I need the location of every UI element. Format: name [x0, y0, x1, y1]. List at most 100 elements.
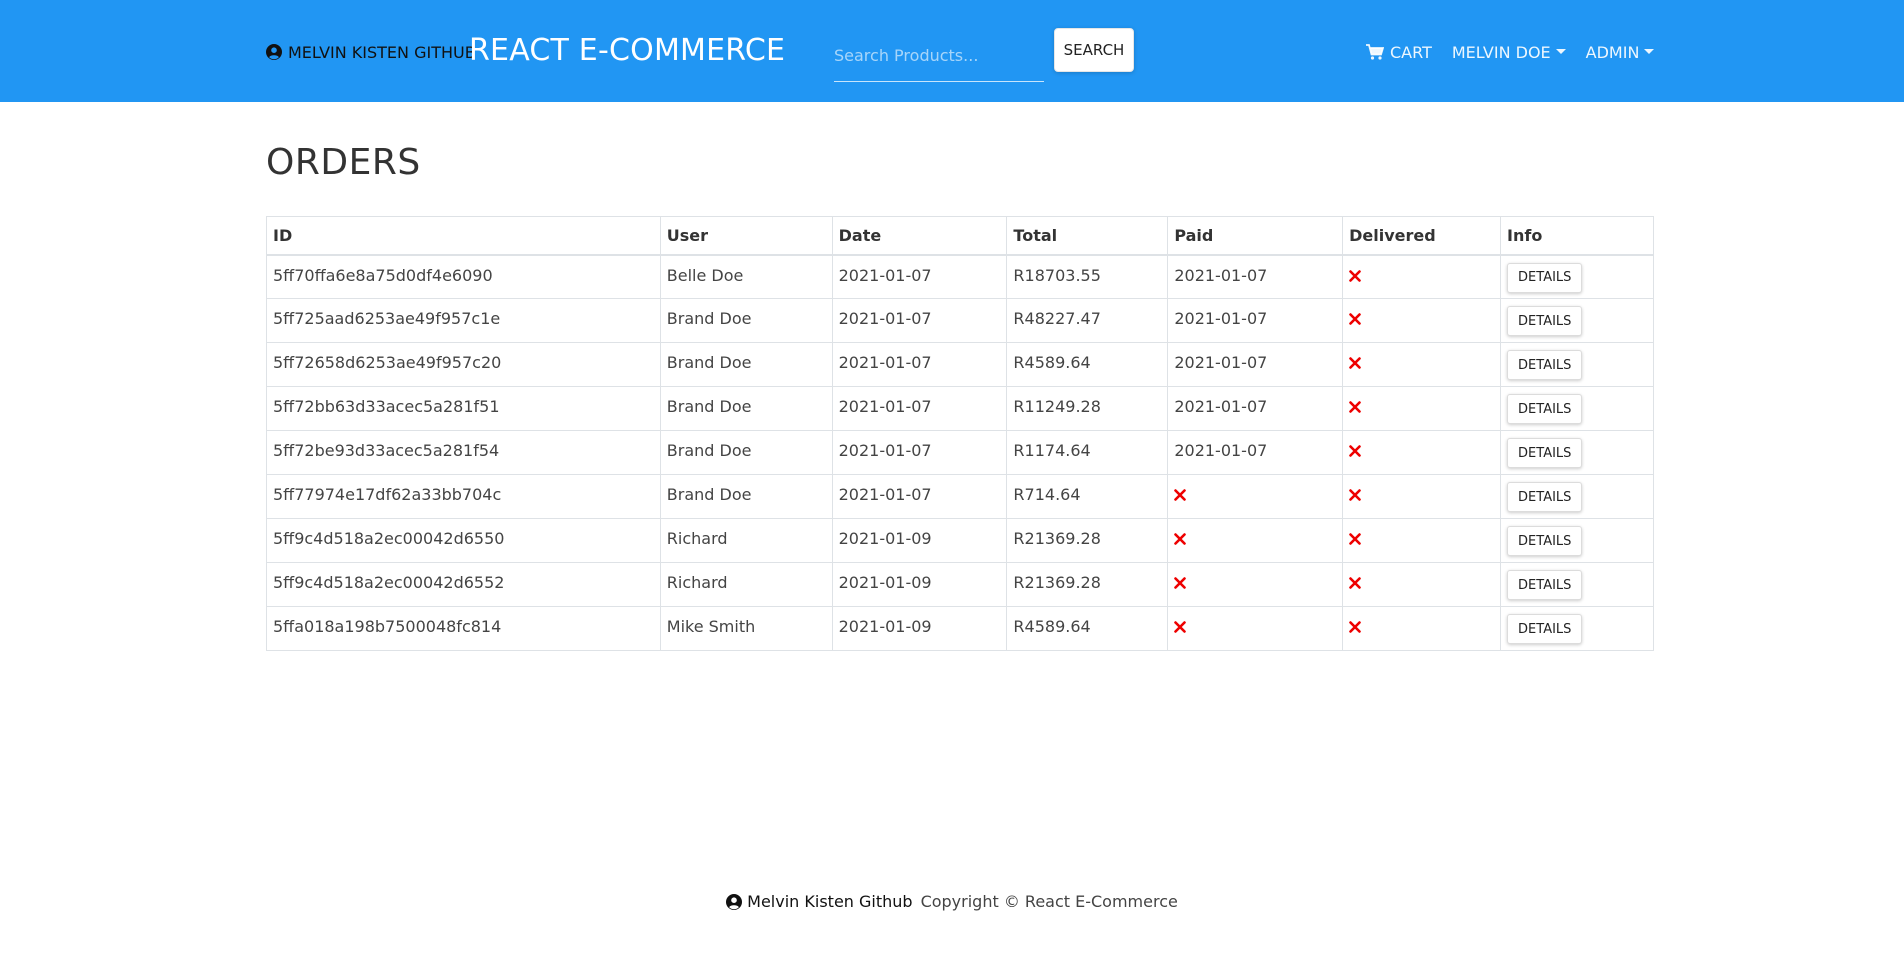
github-link[interactable]: MELVIN KISTEN GITHUB — [266, 40, 476, 64]
search-button[interactable]: SEARCH — [1054, 28, 1134, 72]
navbar-inner: MELVIN KISTEN GITHUB REACT E-COMMERCE SE… — [266, 0, 1655, 102]
order-paid-cell: 2021-01-07 — [1167, 386, 1344, 431]
orders-table-body: 5ff70ffa6e8a75d0df4e6090 Belle Doe 2021-01… — [266, 254, 1654, 651]
order-user-cell: Richard — [659, 518, 833, 563]
orders-table: ID User Date Total Paid Delivered Info 5… — [266, 216, 1654, 651]
cart-link[interactable]: CART — [1366, 43, 1432, 62]
user-circle-icon — [726, 893, 743, 910]
order-date-cell: 2021-01-07 — [831, 386, 1008, 431]
x-icon — [1349, 269, 1361, 282]
order-total-cell: R48227.47 — [1006, 298, 1169, 343]
order-date-cell: 2021-01-07 — [831, 430, 1008, 475]
order-total-cell: R714.64 — [1006, 474, 1169, 519]
table-row: 5ff77974e17df62a33bb704c Brand Doe 2021-01… — [266, 474, 1654, 519]
order-delivered-cell — [1342, 474, 1502, 519]
details-button[interactable]: DETAILS — [1507, 614, 1583, 644]
details-button[interactable]: DETAILS — [1507, 526, 1583, 556]
details-button[interactable]: DETAILS — [1507, 438, 1583, 468]
header-id: ID — [266, 216, 661, 256]
order-date-cell: 2021-01-07 — [831, 342, 1008, 387]
header-info: Info — [1500, 216, 1654, 256]
table-header-row: ID User Date Total Paid Delivered Info — [266, 216, 1654, 256]
brand-link[interactable]: REACT E-COMMERCE — [469, 33, 785, 68]
order-paid-cell: 2021-01-07 — [1167, 254, 1344, 299]
footer-github-link[interactable]: Melvin Kisten Github — [726, 892, 913, 911]
order-user-cell: Brand Doe — [659, 430, 833, 475]
x-icon — [1349, 401, 1361, 413]
navbar: MELVIN KISTEN GITHUB REACT E-COMMERCE SE… — [0, 0, 1904, 102]
cart-label: CART — [1390, 42, 1432, 62]
user-menu-dropdown[interactable]: MELVIN DOE — [1452, 43, 1566, 62]
header-date: Date — [831, 216, 1008, 256]
table-row: 5ff72658d6253ae49f957c20 Brand Doe 2021-01… — [266, 342, 1654, 387]
details-button[interactable]: DETAILS — [1507, 394, 1583, 424]
details-button[interactable]: DETAILS — [1507, 306, 1583, 336]
order-id-cell: 5ff77974e17df62a33bb704c — [266, 474, 661, 519]
x-icon — [1174, 621, 1187, 633]
x-icon — [1349, 533, 1361, 545]
details-button[interactable]: DETAILS — [1507, 262, 1583, 293]
order-info-cell: DETAILS — [1500, 298, 1654, 343]
cart-icon — [1366, 44, 1384, 60]
order-info-cell: DETAILS — [1500, 606, 1654, 651]
order-info-cell: DETAILS — [1500, 474, 1654, 519]
x-icon — [1349, 445, 1361, 457]
order-user-cell: Brand Doe — [659, 386, 833, 431]
order-date-cell: 2021-01-07 — [831, 474, 1008, 519]
order-user-cell: Brand Doe — [659, 298, 833, 343]
order-id-cell: 5ff9c4d518a2ec00042d6552 — [266, 562, 661, 607]
admin-menu-label: ADMIN — [1585, 42, 1640, 62]
order-paid-cell: 2021-01-07 — [1167, 298, 1344, 343]
details-button[interactable]: DETAILS — [1507, 350, 1583, 380]
order-user-cell: Mike Smith — [659, 606, 833, 651]
table-row: 5ff9c4d518a2ec00042d6550 Richard 2021-01-0… — [266, 518, 1654, 563]
x-icon — [1349, 621, 1361, 633]
search-input[interactable] — [834, 30, 1044, 82]
order-paid-cell: 2021-01-07 — [1167, 430, 1344, 475]
order-info-cell: DETAILS — [1500, 430, 1654, 475]
order-total-cell: R4589.64 — [1006, 606, 1169, 651]
order-date-cell: 2021-01-07 — [831, 298, 1008, 343]
x-icon — [1349, 313, 1361, 325]
order-date-cell: 2021-01-09 — [831, 606, 1008, 651]
table-row: 5ff72bb63d33acec5a281f51 Brand Doe 2021-01… — [266, 386, 1654, 431]
order-paid-cell: 2021-01-07 — [1167, 342, 1344, 387]
order-info-cell: DETAILS — [1500, 518, 1654, 563]
order-paid-cell — [1167, 518, 1344, 563]
order-delivered-cell — [1342, 518, 1502, 563]
order-date-cell: 2021-01-09 — [831, 562, 1008, 607]
header-total: Total — [1006, 216, 1169, 256]
order-total-cell: R11249.28 — [1006, 386, 1169, 431]
order-delivered-cell — [1342, 386, 1502, 431]
details-button[interactable]: DETAILS — [1507, 570, 1583, 600]
footer-copyright: Copyright © React E-Commerce — [920, 892, 1178, 911]
order-paid-cell — [1167, 606, 1344, 651]
x-icon — [1349, 489, 1361, 501]
admin-menu-dropdown[interactable]: ADMIN — [1586, 43, 1655, 62]
header-delivered: Delivered — [1342, 216, 1502, 256]
order-total-cell: R1174.64 — [1006, 430, 1169, 475]
order-info-cell: DETAILS — [1500, 342, 1654, 387]
x-icon — [1174, 533, 1187, 545]
details-button[interactable]: DETAILS — [1507, 482, 1583, 512]
order-user-cell: Brand Doe — [659, 474, 833, 519]
page-title: ORDERS — [266, 142, 421, 183]
order-id-cell: 5ff725aad6253ae49f957c1e — [266, 298, 661, 343]
order-user-cell: Brand Doe — [659, 342, 833, 387]
order-info-cell: DETAILS — [1500, 254, 1654, 299]
order-date-cell: 2021-01-07 — [831, 254, 1008, 299]
order-total-cell: R21369.28 — [1006, 562, 1169, 607]
table-row: 5ff9c4d518a2ec00042d6552 Richard 2021-01-0… — [266, 562, 1654, 607]
order-paid-cell — [1167, 474, 1344, 519]
order-delivered-cell — [1342, 254, 1502, 299]
header-user: User — [659, 216, 833, 256]
x-icon — [1174, 489, 1187, 501]
table-row: 5ff725aad6253ae49f957c1e Brand Doe 2021-01… — [266, 298, 1654, 343]
order-user-cell: Richard — [659, 562, 833, 607]
order-id-cell: 5ff70ffa6e8a75d0df4e6090 — [266, 254, 661, 299]
order-delivered-cell — [1342, 298, 1502, 343]
table-row: 5ff70ffa6e8a75d0df4e6090 Belle Doe 2021-01… — [266, 254, 1654, 299]
order-info-cell: DETAILS — [1500, 562, 1654, 607]
order-delivered-cell — [1342, 342, 1502, 387]
table-row: 5ffa018a198b7500048fc814 Mike Smith 2021-0… — [266, 606, 1654, 651]
